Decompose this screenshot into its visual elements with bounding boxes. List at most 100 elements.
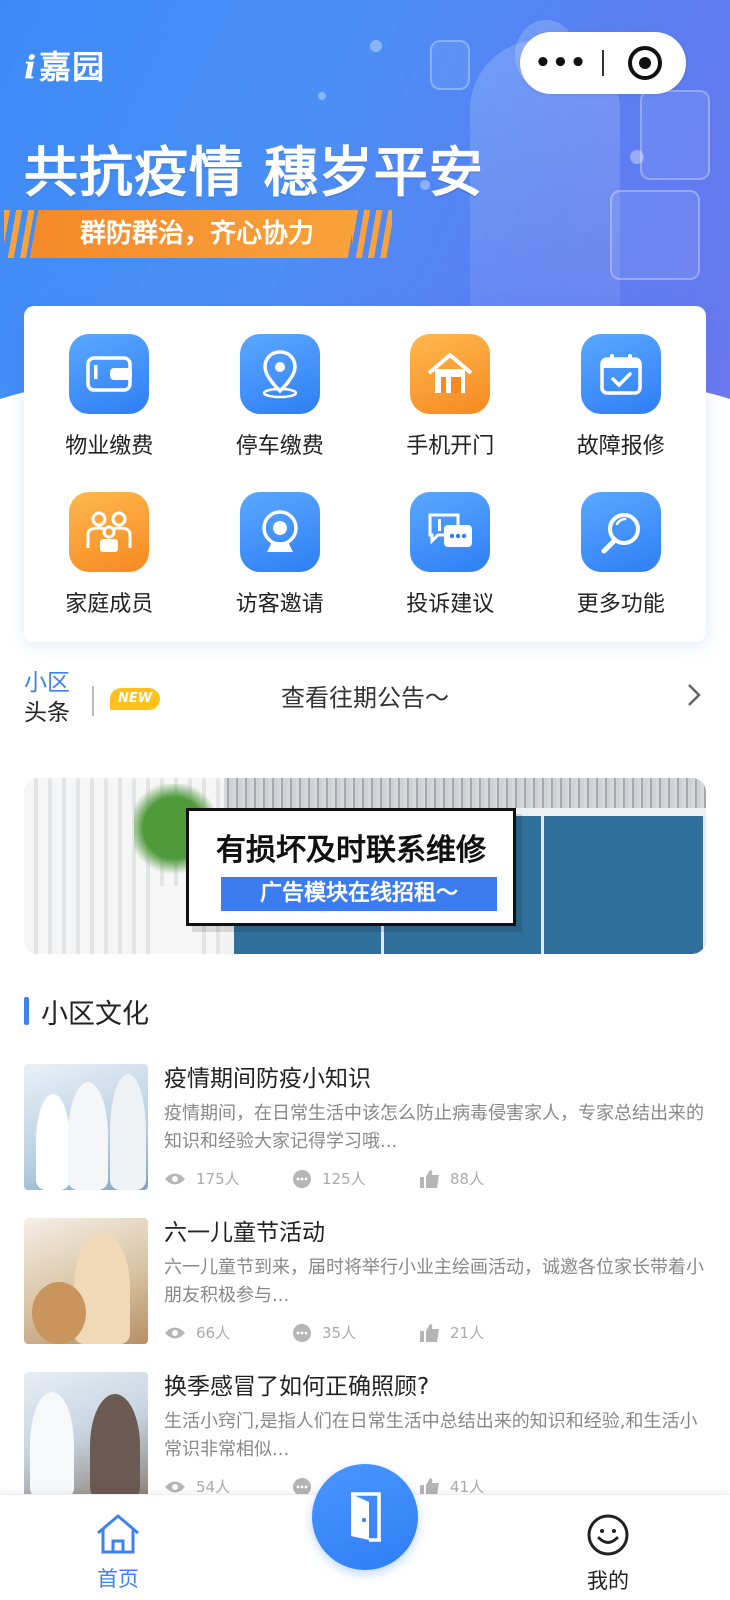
article-thumbnail — [24, 1064, 148, 1190]
eye-icon — [165, 1327, 185, 1338]
more-options-button[interactable]: ••• — [520, 32, 602, 94]
open-door-button[interactable] — [312, 1464, 418, 1570]
tab-mine[interactable]: 我的 — [548, 1513, 668, 1595]
ad-background-wall — [224, 778, 706, 808]
tab-home[interactable]: 首页 — [58, 1513, 178, 1593]
camera-icon — [239, 492, 320, 572]
family-icon — [69, 492, 150, 572]
decor-stripes — [352, 210, 392, 258]
article-thumbnail — [24, 1218, 148, 1344]
menu-label: 手机开门 — [406, 434, 495, 459]
chevron-right-icon[interactable] — [686, 682, 702, 712]
article-thumbnail — [24, 1372, 148, 1498]
thumbnail-figure — [30, 1392, 74, 1498]
comment-icon — [293, 1477, 311, 1496]
hero-title: 共抗疫情 穗岁平安 — [24, 141, 484, 204]
miniprogram-capsule: ••• — [520, 32, 686, 94]
likes-count: 21人 — [420, 1322, 548, 1343]
thumbnail-teddy — [32, 1282, 86, 1344]
decor-dot — [370, 40, 382, 52]
menu-item-complaint[interactable]: 投诉建议 — [365, 492, 536, 618]
thumbs-up-icon — [420, 1169, 439, 1188]
close-miniprogram-button[interactable] — [604, 46, 686, 80]
thumbs-up-icon — [420, 1323, 439, 1342]
ad-banner[interactable]: 有损坏及时联系维修 广告模块在线招租～ — [24, 778, 706, 954]
article-title: 疫情期间防疫小知识 — [164, 1066, 371, 1092]
search-icon — [580, 492, 661, 572]
menu-item-repair[interactable]: 故障报修 — [536, 334, 707, 460]
notice-bar[interactable]: 小区 头条 NEW 查看往期公告～ — [24, 668, 706, 732]
thumbnail-figure — [68, 1082, 108, 1190]
decor-screen — [610, 190, 700, 280]
app-logo-prefix: i — [24, 48, 38, 86]
article-desc: 生活小窍门,是指人们在日常生活中总结出来的知识和经验,和生活小常识非常相似... — [164, 1411, 698, 1460]
menu-item-property-fee[interactable]: 物业缴费 — [24, 334, 195, 460]
wallet-icon — [69, 334, 150, 414]
views-count: 175人 — [164, 1168, 292, 1189]
menu-label: 投诉建议 — [406, 592, 495, 617]
comment-icon — [293, 1169, 311, 1188]
ad-subtitle: 广告模块在线招租～ — [221, 877, 497, 911]
comment-icon — [293, 1323, 311, 1342]
menu-item-family-members[interactable]: 家庭成员 — [24, 492, 195, 618]
menu-label: 物业缴费 — [65, 434, 154, 459]
comments-count: 35人 — [292, 1322, 420, 1343]
views-text: 66人 — [196, 1324, 231, 1342]
ad-title: 有损坏及时联系维修 — [216, 833, 486, 868]
decor-dot — [630, 150, 644, 164]
menu-item-visitor-invite[interactable]: 访客邀请 — [195, 492, 366, 618]
home-icon — [97, 1514, 139, 1554]
eye-icon — [165, 1173, 185, 1184]
house-icon — [410, 334, 491, 414]
article-body: 疫情期间防疫小知识 疫情期间，在日常生活中该怎么防止病毒侵害家人，专家总结出来的… — [164, 1064, 706, 1189]
app-logo: i嘉园 — [24, 42, 105, 88]
article-title: 换季感冒了如何正确照顾? — [164, 1374, 430, 1400]
hero-slogan-text: 群防群治，齐心协力 — [80, 219, 315, 249]
article-list: 疫情期间防疫小知识 疫情期间，在日常生活中该怎么防止病毒侵害家人，专家总结出来的… — [24, 1064, 706, 1526]
comments-text: 125人 — [322, 1170, 366, 1188]
target-icon — [628, 46, 662, 80]
menu-label: 家庭成员 — [65, 592, 154, 617]
list-item[interactable]: 疫情期间防疫小知识 疫情期间，在日常生活中该怎么防止病毒侵害家人，专家总结出来的… — [24, 1064, 706, 1218]
smiley-face-icon — [587, 1514, 629, 1556]
door-icon — [351, 1492, 381, 1542]
quick-menu-card: 物业缴费 停车缴费 手机开门 故障报修 家庭成员 访客邀请 投诉建议 更多功能 — [24, 306, 706, 642]
article-meta: 66人 35人 21人 — [164, 1322, 706, 1343]
views-count: 66人 — [164, 1322, 292, 1343]
section-title-text: 小区文化 — [41, 998, 149, 1030]
menu-label: 故障报修 — [576, 434, 665, 459]
quick-menu-grid: 物业缴费 停车缴费 手机开门 故障报修 家庭成员 访客邀请 投诉建议 更多功能 — [24, 334, 706, 618]
section-title-bar — [24, 997, 29, 1025]
comments-count: 125人 — [292, 1168, 420, 1189]
views-text: 175人 — [196, 1170, 240, 1188]
article-body: 六一儿童节活动 六一儿童节到来，届时将举行小业主绘画活动，诚邀各位家长带着小朋友… — [164, 1218, 706, 1343]
app-logo-text: 嘉园 — [39, 48, 106, 86]
menu-label: 访客邀请 — [235, 592, 324, 617]
article-meta: 175人 125人 88人 — [164, 1168, 706, 1189]
menu-item-open-door[interactable]: 手机开门 — [365, 334, 536, 460]
tab-mine-label: 我的 — [587, 1569, 629, 1593]
hero-slogan: 群防群治，齐心协力 — [29, 210, 357, 258]
article-body: 换季感冒了如何正确照顾? 生活小窍门,是指人们在日常生活中总结出来的知识和经验,… — [164, 1372, 706, 1497]
menu-label: 停车缴费 — [235, 434, 324, 459]
decor-dot — [318, 92, 326, 100]
decor-screen — [640, 90, 710, 180]
likes-text: 21人 — [450, 1324, 485, 1342]
menu-label: 更多功能 — [576, 592, 665, 617]
ad-text-frame: 有损坏及时联系维修 广告模块在线招租～ — [186, 808, 516, 926]
likes-text: 88人 — [450, 1170, 485, 1188]
chat-bubble-icon — [410, 492, 491, 572]
ad-background-cabinet — [544, 816, 706, 954]
list-item[interactable]: 六一儿童节活动 六一儿童节到来，届时将举行小业主绘画活动，诚邀各位家长带着小朋友… — [24, 1218, 706, 1372]
notice-text[interactable]: 查看往期公告～ — [24, 678, 706, 713]
decor-screen — [430, 40, 470, 90]
section-title-culture: 小区文化 — [24, 996, 149, 1030]
calendar-check-icon — [580, 334, 661, 414]
menu-item-parking-fee[interactable]: 停车缴费 — [195, 334, 366, 460]
article-desc: 疫情期间，在日常生活中该怎么防止病毒侵害家人，专家总结出来的知识和经验大家记得学… — [164, 1103, 704, 1152]
thumbs-up-icon — [420, 1477, 439, 1496]
likes-count: 88人 — [420, 1168, 548, 1189]
comments-text: 35人 — [322, 1324, 357, 1342]
location-pin-icon — [239, 334, 320, 414]
menu-item-more-functions[interactable]: 更多功能 — [536, 492, 707, 618]
